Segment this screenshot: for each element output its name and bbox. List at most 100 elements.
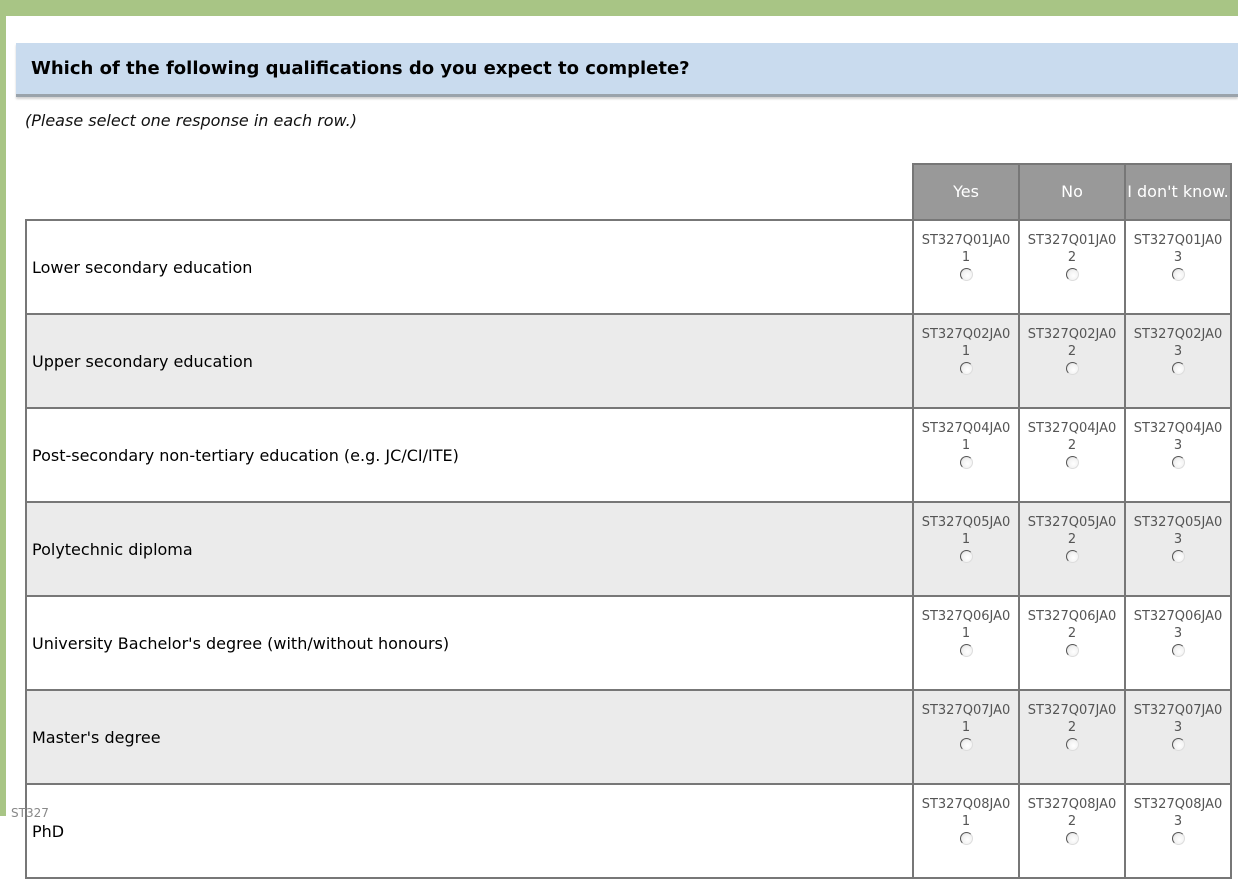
radio-button[interactable] (1171, 738, 1185, 751)
variable-code-suffix: 1 (961, 344, 971, 359)
radio-button[interactable] (1171, 832, 1185, 845)
response-cell[interactable]: ST327Q07JA0 2 (1018, 689, 1126, 785)
variable-code-suffix: 1 (961, 532, 971, 547)
response-cell[interactable]: ST327Q05JA0 1 (912, 501, 1020, 597)
radio-button[interactable] (1171, 456, 1185, 469)
variable-code: ST327Q02JA0 (921, 327, 1011, 342)
response-cell[interactable]: ST327Q06JA0 3 (1124, 595, 1232, 691)
table-row: Upper secondary education ST327Q02JA0 1 ST3… (25, 313, 1232, 409)
radio-button[interactable] (959, 550, 973, 563)
response-cell[interactable]: ST327Q08JA0 1 (912, 783, 1020, 879)
variable-code-suffix: 1 (961, 720, 971, 735)
variable-code: ST327Q05JA0 (921, 515, 1011, 530)
response-cell[interactable]: ST327Q02JA0 3 (1124, 313, 1232, 409)
variable-code-suffix: 3 (1173, 250, 1183, 265)
response-cell[interactable]: ST327Q04JA0 3 (1124, 407, 1232, 503)
radio-button[interactable] (1065, 644, 1079, 657)
row-label: Polytechnic diploma (25, 501, 914, 597)
response-cell[interactable]: ST327Q02JA0 2 (1018, 313, 1126, 409)
column-header-dont-know: I don't know. (1124, 163, 1232, 221)
response-cell[interactable]: ST327Q05JA0 2 (1018, 501, 1126, 597)
row-label: PhD (25, 783, 914, 879)
variable-code-suffix: 2 (1067, 626, 1077, 641)
response-grid: Yes No I don't know. Lower secondary edu… (25, 163, 1232, 879)
row-label: Lower secondary education (25, 219, 914, 315)
table-row: Master's degree ST327Q07JA0 1 ST327Q07JA0 2 S… (25, 689, 1232, 785)
row-label: Upper secondary education (25, 313, 914, 409)
question-instruction: (Please select one response in each row.… (25, 111, 357, 130)
variable-code: ST327Q05JA0 (1027, 515, 1117, 530)
radio-button[interactable] (959, 268, 973, 281)
response-cell[interactable]: ST327Q08JA0 3 (1124, 783, 1232, 879)
radio-button[interactable] (1065, 550, 1079, 563)
response-cell[interactable]: ST327Q06JA0 2 (1018, 595, 1126, 691)
question-title: Which of the following qualifications do… (31, 58, 690, 79)
variable-code-suffix: 2 (1067, 250, 1077, 265)
response-cell[interactable]: ST327Q04JA0 2 (1018, 407, 1126, 503)
row-label: University Bachelor's degree (with/witho… (25, 595, 914, 691)
radio-button[interactable] (1171, 268, 1185, 281)
variable-code: ST327Q08JA0 (1133, 797, 1223, 812)
response-cell[interactable]: ST327Q08JA0 2 (1018, 783, 1126, 879)
variable-code: ST327Q01JA0 (921, 233, 1011, 248)
radio-button[interactable] (959, 362, 973, 375)
radio-button[interactable] (1171, 550, 1185, 563)
variable-code-suffix: 1 (961, 626, 971, 641)
radio-button[interactable] (1065, 832, 1079, 845)
response-cell[interactable]: ST327Q06JA0 1 (912, 595, 1020, 691)
response-cell[interactable]: ST327Q05JA0 3 (1124, 501, 1232, 597)
variable-code: ST327Q08JA0 (921, 797, 1011, 812)
variable-code: ST327Q01JA0 (1133, 233, 1223, 248)
response-cell[interactable]: ST327Q02JA0 1 (912, 313, 1020, 409)
variable-code: ST327Q06JA0 (921, 609, 1011, 624)
table-row: Polytechnic diploma ST327Q05JA0 1 ST327Q05J… (25, 501, 1232, 597)
question-header: Which of the following qualifications do… (16, 43, 1238, 97)
radio-button[interactable] (959, 456, 973, 469)
variable-code-suffix: 1 (961, 250, 971, 265)
column-header-yes: Yes (912, 163, 1020, 221)
radio-button[interactable] (1065, 456, 1079, 469)
left-frame-bar (0, 0, 6, 816)
variable-code: ST327Q05JA0 (1133, 515, 1223, 530)
variable-code: ST327Q07JA0 (1133, 703, 1223, 718)
variable-code-suffix: 3 (1173, 720, 1183, 735)
radio-button[interactable] (959, 832, 973, 845)
variable-code-suffix: 1 (961, 438, 971, 453)
table-row: Post-secondary non-tertiary education (e… (25, 407, 1232, 503)
top-frame-bar (0, 0, 1238, 16)
table-row: University Bachelor's degree (with/witho… (25, 595, 1232, 691)
variable-code: ST327Q06JA0 (1133, 609, 1223, 624)
table-row: Lower secondary education ST327Q01JA0 1 ST3… (25, 219, 1232, 315)
radio-button[interactable] (1171, 362, 1185, 375)
variable-code-suffix: 3 (1173, 438, 1183, 453)
header-blank-cell (26, 164, 913, 220)
variable-code: ST327Q04JA0 (921, 421, 1011, 436)
radio-button[interactable] (1065, 268, 1079, 281)
radio-button[interactable] (1065, 362, 1079, 375)
variable-code-suffix: 2 (1067, 344, 1077, 359)
grid-body: Lower secondary education ST327Q01JA0 1 ST3… (25, 219, 1232, 879)
response-cell[interactable]: ST327Q01JA0 3 (1124, 219, 1232, 315)
variable-code: ST327Q02JA0 (1133, 327, 1223, 342)
column-header-no: No (1018, 163, 1126, 221)
response-cell[interactable]: ST327Q01JA0 2 (1018, 219, 1126, 315)
variable-code-suffix: 2 (1067, 532, 1077, 547)
response-cell[interactable]: ST327Q07JA0 1 (912, 689, 1020, 785)
variable-code: ST327Q08JA0 (1027, 797, 1117, 812)
variable-code: ST327Q06JA0 (1027, 609, 1117, 624)
variable-code: ST327Q02JA0 (1027, 327, 1117, 342)
variable-code: ST327Q01JA0 (1027, 233, 1117, 248)
variable-code: ST327Q04JA0 (1133, 421, 1223, 436)
variable-code-suffix: 3 (1173, 344, 1183, 359)
response-cell[interactable]: ST327Q04JA0 1 (912, 407, 1020, 503)
variable-code-suffix: 3 (1173, 626, 1183, 641)
variable-code: ST327Q04JA0 (1027, 421, 1117, 436)
radio-button[interactable] (959, 738, 973, 751)
radio-button[interactable] (1065, 738, 1079, 751)
variable-code-suffix: 2 (1067, 720, 1077, 735)
radio-button[interactable] (1171, 644, 1185, 657)
table-row: PhD ST327Q08JA0 1 ST327Q08JA0 2 ST327Q08JA0 3 (25, 783, 1232, 879)
response-cell[interactable]: ST327Q07JA0 3 (1124, 689, 1232, 785)
radio-button[interactable] (959, 644, 973, 657)
response-cell[interactable]: ST327Q01JA0 1 (912, 219, 1020, 315)
